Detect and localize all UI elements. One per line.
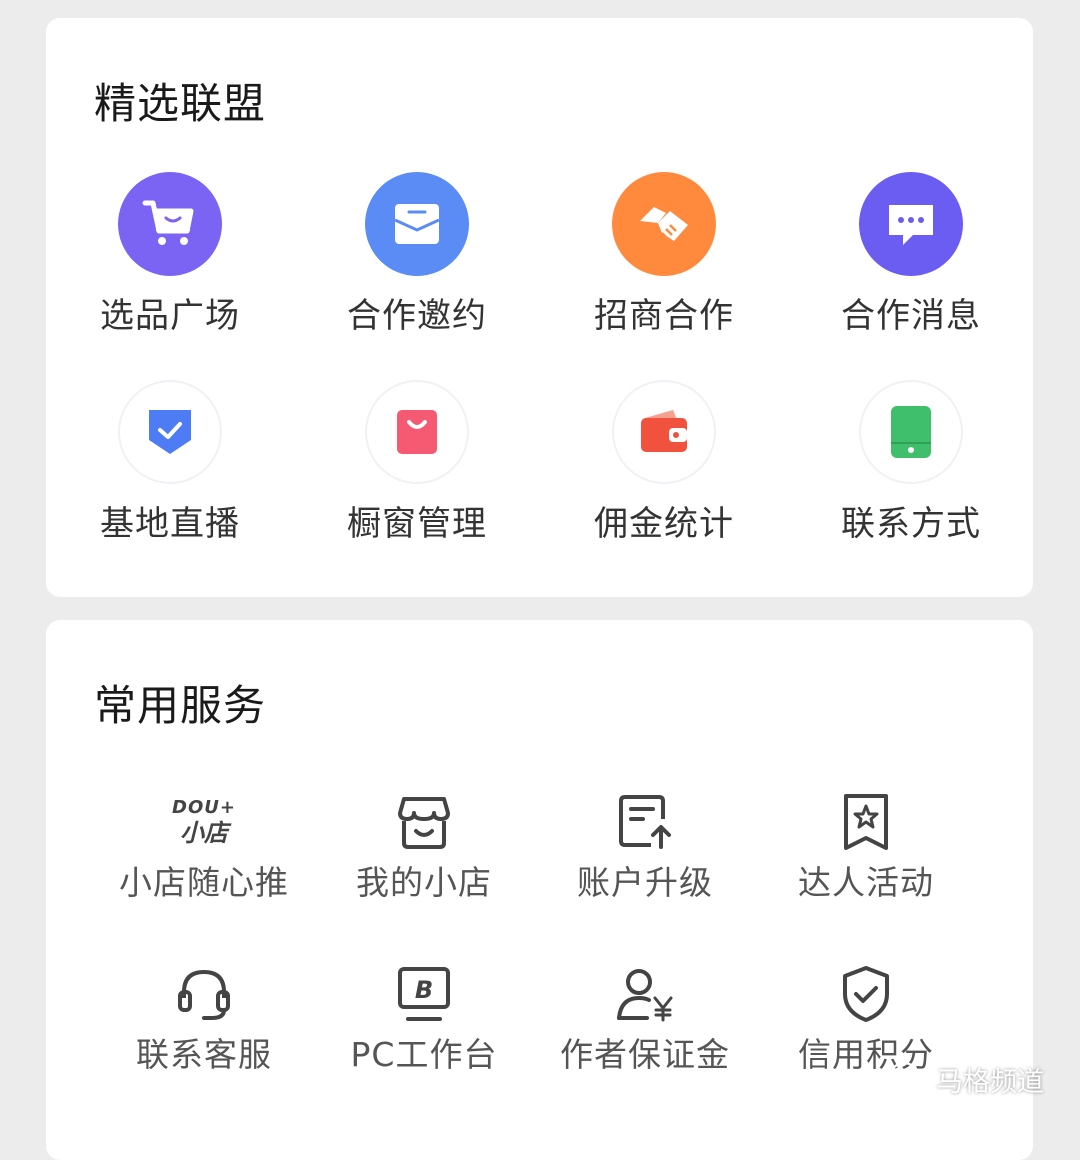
alliance-item-cooperation-invite[interactable]: 合作邀约 xyxy=(327,172,507,337)
service-item-account-upgrade[interactable]: 账户升级 xyxy=(535,790,755,904)
service-item-label: 账户升级 xyxy=(577,863,713,902)
service-item-label: 小店随心推 xyxy=(119,863,289,902)
alliance-item-label: 选品广场 xyxy=(100,296,240,336)
phone-icon xyxy=(859,380,963,484)
headset-icon xyxy=(164,962,244,1026)
service-item-pc-workbench[interactable]: B PC工作台 xyxy=(314,962,534,1076)
service-item-label: PC工作台 xyxy=(350,1035,498,1074)
alliance-item-cooperation-messages[interactable]: 合作消息 xyxy=(821,172,1001,337)
alliance-item-label: 联系方式 xyxy=(841,504,981,544)
wechat-watermark: 马格频道 xyxy=(890,1060,1044,1099)
watermark-text: 马格频道 xyxy=(936,1067,1044,1098)
shield-check-icon xyxy=(118,380,222,484)
alliance-item-base-live[interactable]: 基地直播 xyxy=(80,380,260,545)
chat-bubble-icon xyxy=(859,172,963,276)
alliance-item-label: 合作消息 xyxy=(841,296,981,336)
wechat-icon xyxy=(890,1060,928,1099)
svg-text:B: B xyxy=(415,976,433,1004)
service-item-dou-promote[interactable]: DOU+ 小店 小店随心推 xyxy=(94,790,314,904)
handshake-icon xyxy=(612,172,716,276)
service-item-customer-service[interactable]: 联系客服 xyxy=(94,962,314,1076)
service-item-my-shop[interactable]: 我的小店 xyxy=(314,790,534,904)
service-item-influencer-activity[interactable]: 达人活动 xyxy=(756,790,976,904)
alliance-title: 精选联盟 xyxy=(94,79,267,128)
alliance-item-product-square[interactable]: 选品广场 xyxy=(80,172,260,337)
alliance-card: 精选联盟 选品广场 合作邀约 招商合作 合作消息 基地直播 橱窗管理 佣金统计 … xyxy=(46,18,1033,597)
shield-check-outline-icon xyxy=(826,962,906,1026)
user-yen-icon xyxy=(605,962,685,1026)
service-item-label: 作者保证金 xyxy=(560,1035,730,1074)
alliance-item-label: 合作邀约 xyxy=(347,296,487,336)
service-item-label: 联系客服 xyxy=(136,1035,272,1074)
wallet-icon xyxy=(612,380,716,484)
shopping-bag-icon xyxy=(365,380,469,484)
monitor-b-icon: B xyxy=(384,962,464,1026)
cart-icon xyxy=(118,172,222,276)
dou-shop-logo-icon: DOU+ 小店 xyxy=(172,797,236,847)
store-icon xyxy=(384,790,464,854)
service-item-label: 我的小店 xyxy=(356,863,492,902)
services-card: 常用服务 DOU+ 小店 小店随心推 我的小店 账户升级 达人活动 联系客服 B… xyxy=(46,620,1033,1160)
alliance-item-window-management[interactable]: 橱窗管理 xyxy=(327,380,507,545)
service-item-label: 达人活动 xyxy=(798,863,934,902)
alliance-item-label: 橱窗管理 xyxy=(347,504,487,544)
alliance-item-commission-stats[interactable]: 佣金统计 xyxy=(574,380,754,545)
alliance-item-label: 佣金统计 xyxy=(594,504,734,544)
alliance-item-label: 招商合作 xyxy=(594,296,734,336)
service-item-author-deposit[interactable]: 作者保证金 xyxy=(535,962,755,1076)
alliance-item-contact-info[interactable]: 联系方式 xyxy=(821,380,1001,545)
service-item-credit-score[interactable]: 信用积分 xyxy=(756,962,976,1076)
star-badge-icon xyxy=(826,790,906,854)
alliance-item-label: 基地直播 xyxy=(100,504,240,544)
envelope-icon xyxy=(365,172,469,276)
document-upload-icon xyxy=(605,790,685,854)
alliance-item-merchant-cooperation[interactable]: 招商合作 xyxy=(574,172,754,337)
services-title: 常用服务 xyxy=(94,681,267,730)
